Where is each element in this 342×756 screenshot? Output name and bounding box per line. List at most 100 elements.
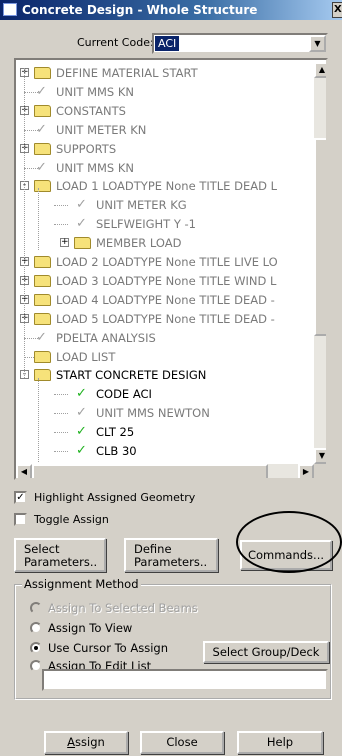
tree-item-label: MEMBER LOAD: [96, 236, 182, 251]
folder-icon: [34, 293, 51, 306]
assignment-method-legend: Assignment Method: [22, 577, 141, 591]
folder-icon: [34, 274, 51, 287]
folder-icon: [34, 312, 51, 325]
tree-item-label: UNIT METER KG: [96, 198, 187, 213]
tree-connector: [54, 451, 68, 452]
tree-connector: [54, 224, 68, 226]
select-parameters-button[interactable]: Select Parameters..: [14, 538, 106, 572]
tree-item-label: START CONCRETE DESIGN: [56, 368, 207, 383]
help-label: Help: [266, 735, 294, 749]
scroll-right-icon[interactable]: ▶: [298, 464, 314, 478]
select-group-deck-button[interactable]: Select Group/Deck: [203, 641, 329, 663]
tree-item-label: UNIT METER KN: [56, 122, 147, 137]
tree-item-label: CODE ACI: [96, 387, 152, 402]
assign-label: Assign: [67, 735, 105, 749]
tree-item-label: PDELTA ANALYSIS: [56, 330, 156, 345]
tree-item-label: UNIT MMS NEWTON: [96, 406, 210, 421]
folder-icon: [34, 142, 51, 155]
tree-item-label: DEFINE MATERIAL START: [56, 66, 198, 80]
select-parameters-line2: Parameters..: [24, 555, 98, 569]
tree-branch-line: [38, 378, 39, 462]
checkmark-icon: ✓: [76, 424, 87, 440]
chevron-down-icon[interactable]: ▼: [309, 35, 326, 52]
current-code-label: Current Code:: [77, 36, 154, 49]
concrete-design-dialog: Concrete Design - Whole Structure X Curr…: [0, 0, 342, 756]
checkmark-icon: ✓: [76, 197, 87, 213]
current-code-dropdown[interactable]: ACI ▼: [152, 33, 328, 54]
expand-icon[interactable]: +: [60, 238, 69, 248]
checkmark-icon: ✓: [36, 159, 47, 175]
select-group-deck-label: Select Group/Deck: [212, 645, 320, 659]
define-parameters-button[interactable]: Define Parameters..: [124, 538, 218, 572]
radio-selected-dot: [34, 646, 38, 650]
tree-vertical-scrollbar[interactable]: ▲ ▼: [314, 62, 326, 464]
toggle-assign-label: Toggle Assign: [34, 513, 109, 526]
define-parameters-line2: Parameters..: [134, 555, 208, 569]
tree-connector: [54, 432, 68, 434]
tree-item-label: LOAD 3 LOADTYPE None TITLE WIND L: [56, 273, 277, 288]
tree-item-label: LOAD 4 LOADTYPE None TITLE DEAD -: [56, 292, 275, 307]
folder-icon: [34, 180, 51, 193]
toggle-assign-checkbox[interactable]: [14, 513, 27, 526]
highlight-assigned-label: Highlight Assigned Geometry: [34, 491, 196, 504]
scroll-down-icon[interactable]: ▼: [314, 448, 326, 464]
tree-connector: [54, 205, 68, 207]
folder-icon: [34, 67, 51, 79]
radio-button[interactable]: [30, 622, 42, 634]
window-title: Concrete Design - Whole Structure: [22, 3, 258, 17]
help-button[interactable]: Help: [237, 731, 323, 754]
window-icon: [3, 3, 17, 16]
close-window-button[interactable]: X: [332, 2, 342, 18]
checkmark-icon: ✓: [76, 443, 87, 458]
scroll-corner: [314, 464, 326, 478]
tree-item-label: LOAD LIST: [56, 349, 116, 364]
radio-button[interactable]: [30, 660, 42, 672]
tree-item-label: LOAD 2 LOADTYPE None TITLE LIVE LO: [56, 255, 278, 269]
folder-icon: [34, 369, 51, 382]
tree-item-label: CLT 25: [96, 425, 135, 440]
select-parameters-line1: Select: [24, 542, 60, 556]
highlight-assigned-checkbox[interactable]: ✓: [14, 491, 27, 504]
checkmark-icon: ✓: [36, 329, 47, 345]
horizontal-scroll-thumb[interactable]: [32, 464, 268, 478]
tree-item-label: UNIT MMS KN: [56, 84, 135, 99]
radio-label: Assign To Selected Beams: [48, 601, 198, 615]
tree-connector: [54, 394, 68, 396]
folder-icon: [74, 237, 91, 250]
tree-item-label: SELFWEIGHT Y -1: [96, 217, 197, 232]
current-code-value: ACI: [155, 36, 180, 51]
scroll-up-icon[interactable]: ▲: [314, 62, 326, 78]
close-button[interactable]: Close: [140, 731, 224, 754]
checkmark-icon: ✓: [76, 405, 87, 421]
tree-item-label: CLB 30: [96, 444, 137, 458]
tree-horizontal-scrollbar[interactable]: ◀ ▶: [16, 464, 314, 478]
tree-connector: [54, 413, 68, 415]
folder-icon: [34, 256, 51, 268]
command-tree[interactable]: + DEFINE MATERIAL START ✓ UNIT MMS KN + CONST…: [14, 58, 328, 480]
checkmark-icon: ✓: [36, 83, 47, 99]
checkmark-icon: ✓: [36, 121, 47, 137]
tree-item-label: LOAD 1 LOADTYPE None TITLE DEAD L: [56, 179, 278, 194]
folder-icon: [34, 104, 51, 117]
checkmark-icon: ✓: [76, 386, 87, 402]
vertical-scroll-thumb[interactable]: [314, 138, 326, 336]
tree-item-label: LOAD 5 LOADTYPE None TITLE DEAD -: [56, 311, 275, 326]
checkmark-icon: ✓: [76, 216, 87, 232]
radio-button: [30, 602, 42, 614]
radio-label: Use Cursor To Assign: [48, 641, 168, 655]
close-label: Close: [166, 735, 198, 749]
tree-branch-line: [38, 188, 39, 250]
tree-item-label: UNIT MMS KN: [56, 160, 135, 175]
tree-item-label: SUPPORTS: [56, 141, 117, 156]
annotation-ellipse: [236, 511, 342, 573]
radio-button[interactable]: [30, 642, 42, 654]
tree-item-label: CONSTANTS: [56, 103, 126, 118]
folder-icon: [34, 350, 51, 363]
edit-list-input[interactable]: [42, 669, 328, 691]
assign-button[interactable]: Assign: [44, 731, 128, 754]
scroll-left-icon[interactable]: ◀: [16, 464, 32, 478]
radio-label: Assign To View: [48, 621, 133, 635]
tree-trunk-line: [24, 68, 25, 378]
title-bar[interactable]: Concrete Design - Whole Structure X: [0, 0, 342, 20]
define-parameters-line1: Define: [134, 542, 172, 556]
